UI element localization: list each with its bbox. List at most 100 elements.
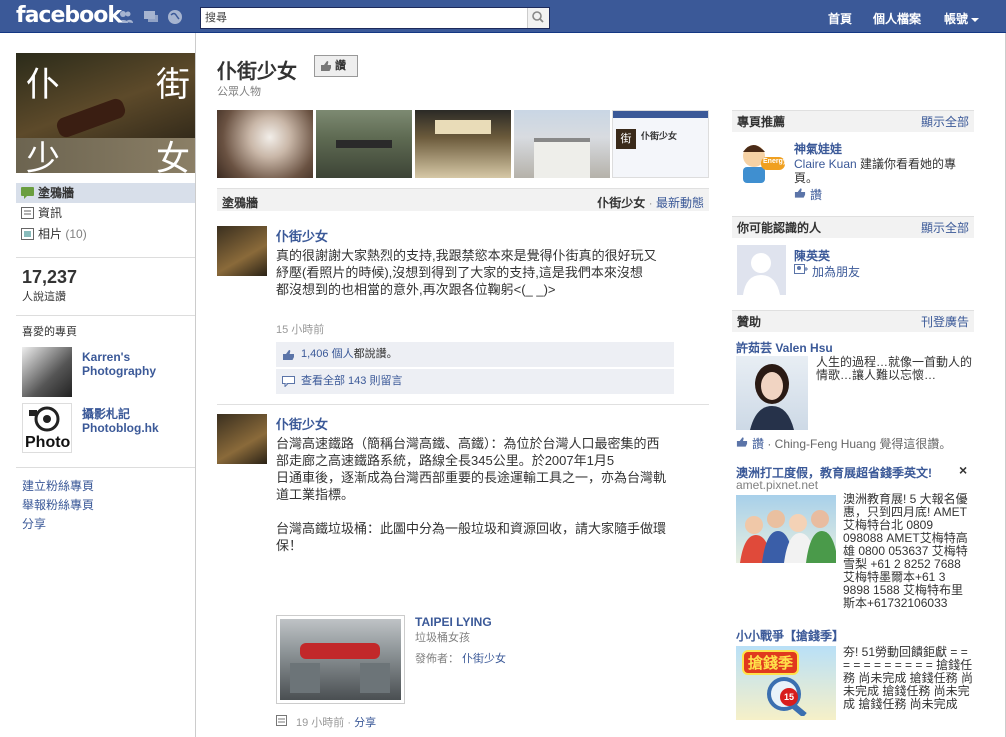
add-friend-link[interactable]: 加為朋友	[794, 263, 860, 280]
friend-requests-icon[interactable]	[117, 9, 133, 25]
ad-title-link[interactable]: 許茹芸 Valen Hsu	[736, 339, 833, 356]
mini-page-title: 仆街少女	[641, 131, 678, 141]
ad-image[interactable]: 搶錢季 15	[736, 646, 836, 720]
thumbs-up-icon	[736, 437, 748, 447]
bin-shape	[290, 663, 320, 693]
likes-count: 17,237	[22, 267, 78, 287]
story-timestamp[interactable]: 19 小時前	[296, 717, 344, 729]
attachment-author-link[interactable]: 仆街少女	[462, 653, 506, 665]
add-friend-icon	[794, 264, 808, 274]
story-actor-link[interactable]: 仆街少女	[276, 226, 328, 245]
ad-body[interactable]: 人生的過程…就像一首動人的情歌…讓人難以忘懷…	[816, 356, 974, 382]
person-name-link[interactable]: 陳英英	[794, 247, 830, 264]
wall-filter-page[interactable]: 仆街少女	[597, 196, 645, 210]
story-message: 台灣高速鐵路（簡稱台灣高鐵、高鐵）：為位於台灣人口最密集的西 部走廊之高速鐵路系…	[276, 436, 667, 553]
story-actor-avatar[interactable]	[217, 226, 267, 276]
photos-count: (10)	[65, 227, 87, 241]
ad-like-link[interactable]: 讚	[752, 437, 764, 451]
view-all-comments-link[interactable]: 查看全部 143 則留言	[301, 375, 402, 387]
search-button[interactable]	[527, 8, 549, 28]
attachment-subtitle: 垃圾桶女孩	[415, 632, 470, 644]
leftnav-photos[interactable]: 相片 (10)	[16, 224, 195, 244]
left-column: 仆 街 少 女 塗鴉牆 資訊 相片 (10) 17,237 人說這讚 喜愛的專頁…	[0, 33, 196, 737]
attachment-image	[280, 619, 401, 700]
report-page-link[interactable]: 舉報粉絲專頁	[22, 496, 94, 513]
nav-account-menu[interactable]: 帳號	[944, 10, 980, 27]
recommender-link[interactable]: Claire Kuan	[794, 157, 857, 171]
comments-summary: 查看全部 143 則留言	[276, 369, 674, 394]
photo-strip-photo[interactable]	[217, 110, 313, 178]
create-page-link[interactable]: 建立粉絲專頁	[22, 477, 94, 494]
person-avatar[interactable]	[737, 245, 786, 295]
photo-strip-photo[interactable]	[316, 110, 412, 178]
silhouette-icon	[743, 253, 780, 295]
group-photo-icon	[740, 510, 836, 563]
favorite-page-link[interactable]: 攝影札記 Photoblog.hk	[82, 407, 192, 435]
search-input[interactable]	[201, 8, 521, 28]
story-timestamp[interactable]: 15 小時前	[276, 321, 324, 337]
ad-game-logo: 搶錢季	[742, 650, 800, 675]
section-title: 你可能認識的人	[737, 221, 822, 235]
ad-title-link[interactable]: 小小戰爭【搶錢季】	[736, 627, 844, 644]
nav-profile-link[interactable]: 個人檔案	[873, 10, 921, 27]
likes-label: 人說這讚	[22, 291, 66, 303]
woman-portrait-icon	[750, 364, 794, 430]
profile-picture[interactable]: 仆 街 少 女	[16, 53, 195, 173]
leftnav-label: 塗鴉牆	[38, 186, 75, 200]
story-footer: 19 小時前 · 分享	[276, 714, 376, 730]
divider	[16, 257, 195, 258]
camera-logo-icon	[29, 406, 60, 432]
thumbs-up-icon	[283, 350, 294, 360]
ad-image[interactable]	[736, 495, 836, 563]
suggested-page-like-link[interactable]: 讚	[794, 186, 822, 203]
like-page-button[interactable]: 讚	[314, 55, 358, 77]
likes-count-link[interactable]: 1,406 個人	[301, 348, 354, 360]
share-link[interactable]: 分享	[22, 515, 46, 532]
close-ad-icon[interactable]: ×	[959, 462, 967, 478]
separator-dot: ·	[648, 196, 653, 210]
notifications-globe-icon[interactable]	[167, 9, 183, 25]
attachment-title-link[interactable]: TAIPEI LYING	[415, 615, 492, 629]
wall-filter-link[interactable]: 最新動態	[656, 196, 704, 210]
person-lying-shape	[300, 643, 380, 659]
photo-strip-photo[interactable]	[415, 110, 511, 178]
favorite-page-thumb[interactable]	[22, 347, 72, 397]
ad-url[interactable]: amet.pixnet.net	[736, 478, 818, 492]
leftnav-label: 資訊	[38, 206, 63, 220]
story-actor-link[interactable]: 仆街少女	[276, 414, 328, 433]
attachment-thumbnail[interactable]	[276, 615, 405, 704]
photo-strip-photo[interactable]	[514, 110, 610, 178]
wall-tab-label: 塗鴉牆	[222, 196, 259, 210]
see-all-link[interactable]: 顯示全部	[921, 111, 969, 133]
ad-body[interactable]: 澳洲教育展! 5 大報名優惠，只到四月底! AMET艾梅特台北 0809 098…	[843, 493, 974, 610]
nav-home-link[interactable]: 首頁	[828, 10, 852, 27]
suggested-page-link[interactable]: 神氣娃娃	[794, 140, 842, 157]
leftnav-info[interactable]: 資訊	[16, 203, 195, 223]
thumbs-up-icon	[321, 61, 331, 71]
favorite-page-thumb[interactable]: Photo	[22, 403, 72, 453]
share-link[interactable]: 分享	[354, 717, 376, 729]
chevron-down-icon	[971, 18, 980, 22]
ad-body[interactable]: 夯! 51勞動回饋鉅獻 = = = = = = = = = = = 搶錢任務 尚…	[843, 646, 974, 711]
page-category: 公眾人物	[217, 86, 261, 98]
leftnav-wall[interactable]: 塗鴉牆	[16, 183, 195, 203]
ad-badge: 15	[780, 688, 798, 706]
see-all-link[interactable]: 顯示全部	[921, 217, 969, 239]
person-lying-shape	[54, 96, 128, 140]
sponsored-header: 贊助 刊登廣告	[732, 310, 974, 332]
story-item: 仆街少女 台灣高速鐵路（簡稱台灣高鐵、高鐵）：為位於台灣人口最密集的西 部走廊之…	[217, 414, 709, 737]
shop-sign-shape	[435, 120, 491, 134]
profile-char: 少	[26, 139, 60, 173]
create-ad-link[interactable]: 刊登廣告	[921, 311, 969, 333]
favorite-page-link[interactable]: Karren's Photography	[82, 350, 182, 378]
suggested-page-avatar[interactable]: Energy	[737, 140, 787, 188]
like-button-label: 讚	[335, 60, 346, 72]
messages-icon[interactable]	[143, 9, 159, 25]
facebook-logo[interactable]: facebook	[16, 3, 122, 28]
attachment-author-label: 發佈者：	[415, 653, 459, 665]
search-box	[200, 7, 550, 29]
photo-strip-screenshot[interactable]: 街 仆街少女	[612, 110, 709, 178]
top-bar: facebook 首頁 個人檔案 帳號	[0, 0, 1006, 33]
story-actor-avatar[interactable]	[217, 414, 267, 464]
ad-image[interactable]	[736, 356, 808, 430]
